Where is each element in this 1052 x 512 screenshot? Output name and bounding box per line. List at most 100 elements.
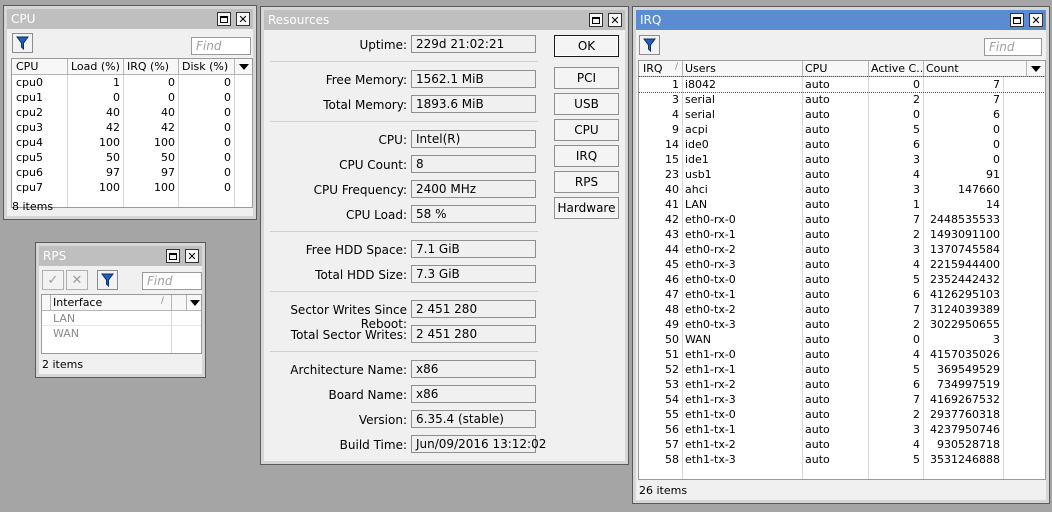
table-row[interactable]: 47 eth0-tx-1 auto 6 4126295103: [639, 287, 1045, 302]
table-row[interactable]: cpu7 100 100 0: [12, 180, 252, 195]
close-icon[interactable]: ✕: [1029, 13, 1043, 27]
irq-cpu: auto: [805, 273, 830, 286]
table-row[interactable]: 3 serial auto 2 7: [639, 92, 1045, 107]
table-row[interactable]: cpu0 1 0 0: [12, 75, 252, 90]
resources-titlebar[interactable]: Resources ✕: [264, 10, 625, 30]
table-row[interactable]: 9 acpi auto 5 0: [639, 122, 1045, 137]
rps-button[interactable]: RPS: [554, 171, 619, 193]
rps-window[interactable]: RPS ✕ ✓ ✕ Find Interface / LAN WAN 2 ite…: [35, 242, 206, 378]
column-header[interactable]: IRQ: [643, 62, 663, 75]
irq-users: eth0-tx-2: [685, 303, 736, 316]
resources-window[interactable]: Resources ✕ Uptime: 229d 21:02:21 Free M…: [260, 6, 629, 465]
table-row[interactable]: 14 ide0 auto 6 0: [639, 137, 1045, 152]
irq-active-cpu: 5: [913, 123, 920, 136]
irq-active-cpu: 4: [913, 438, 920, 451]
filter-button[interactable]: [97, 270, 118, 290]
maximize-icon[interactable]: [166, 249, 180, 263]
table-row[interactable]: 49 eth0-tx-3 auto 2 3022950655: [639, 317, 1045, 332]
ok-button[interactable]: OK: [554, 35, 619, 57]
irq-active-cpu: 3: [913, 183, 920, 196]
table-row[interactable]: 55 eth1-tx-0 auto 2 2937760318: [639, 407, 1045, 422]
table-row[interactable]: cpu2 40 40 0: [12, 105, 252, 120]
column-header[interactable]: IRQ (%): [127, 60, 169, 73]
table-row[interactable]: 42 eth0-rx-0 auto 7 2448535533: [639, 212, 1045, 227]
check-icon[interactable]: ✓: [42, 270, 64, 290]
pci-button[interactable]: PCI: [554, 67, 619, 89]
cpu-button[interactable]: CPU: [554, 119, 619, 141]
irq-button[interactable]: IRQ: [554, 145, 619, 167]
column-header[interactable]: CPU: [805, 62, 827, 75]
table-row[interactable]: 56 eth1-tx-1 auto 3 4237950746: [639, 422, 1045, 437]
table-row[interactable]: 41 LAN auto 1 14: [639, 197, 1045, 212]
table-row[interactable]: 58 eth1-tx-3 auto 5 3531246888: [639, 452, 1045, 467]
table-row[interactable]: 44 eth0-rx-2 auto 3 1370745584: [639, 242, 1045, 257]
table-row[interactable]: 1 i8042 auto 0 7: [639, 76, 1045, 93]
status-bar: 26 items: [639, 484, 688, 497]
table-row[interactable]: 52 eth1-rx-1 auto 5 369549529: [639, 362, 1045, 377]
column-header[interactable]: Interface: [53, 296, 102, 309]
maximize-icon[interactable]: [1010, 13, 1024, 27]
table-row[interactable]: 15 ide1 auto 3 0: [639, 152, 1045, 167]
table-row[interactable]: 46 eth0-tx-0 auto 5 2352442432: [639, 272, 1045, 287]
table-row[interactable]: 50 WAN auto 0 3: [639, 332, 1045, 347]
irq-titlebar[interactable]: IRQ ✕: [636, 10, 1046, 30]
find-input[interactable]: Find: [191, 37, 251, 55]
irq-cpu: auto: [805, 153, 830, 166]
table-row[interactable]: 23 usb1 auto 4 91: [639, 167, 1045, 182]
board-name-field: x86: [411, 385, 536, 403]
close-icon[interactable]: ✕: [236, 12, 250, 26]
close-icon[interactable]: ✕: [185, 249, 199, 263]
table-row[interactable]: 45 eth0-rx-3 auto 4 2215944400: [639, 257, 1045, 272]
cpu-window[interactable]: CPU ✕ Find CPU Load (%) IRQ (%) Disk (%): [3, 5, 257, 220]
table-row[interactable]: 40 ahci auto 3 147660: [639, 182, 1045, 197]
maximize-icon[interactable]: [589, 13, 603, 27]
find-input[interactable]: Find: [984, 38, 1042, 56]
rps-table: Interface / LAN WAN: [41, 294, 202, 354]
irq-users: eth0-rx-1: [685, 228, 736, 241]
column-header[interactable]: Users: [685, 62, 716, 75]
filter-button[interactable]: [639, 35, 660, 55]
irq-cpu: auto: [805, 123, 830, 136]
cross-icon[interactable]: ✕: [66, 270, 88, 290]
cpu-titlebar[interactable]: CPU ✕: [7, 9, 253, 29]
table-row[interactable]: 48 eth0-tx-2 auto 7 3124039389: [639, 302, 1045, 317]
window-title: CPU: [11, 12, 36, 26]
table-row[interactable]: 4 serial auto 0 6: [639, 107, 1045, 122]
table-row[interactable]: cpu3 42 42 0: [12, 120, 252, 135]
column-header[interactable]: Disk (%): [182, 60, 228, 73]
column-header[interactable]: Active C...: [871, 62, 923, 75]
hardware-button[interactable]: Hardware: [554, 197, 619, 219]
maximize-icon[interactable]: [217, 12, 231, 26]
column-header[interactable]: Load (%): [71, 60, 120, 73]
filter-button[interactable]: [12, 33, 33, 53]
chevron-down-icon[interactable]: [190, 300, 200, 306]
column-header[interactable]: CPU: [16, 60, 38, 73]
find-input[interactable]: Find: [142, 272, 202, 290]
irq-count: 6: [993, 108, 1000, 121]
irq-window[interactable]: IRQ ✕ Find IRQ / Users CPU Active C... C…: [632, 6, 1050, 504]
rps-titlebar[interactable]: RPS ✕: [39, 246, 202, 266]
table-header: CPU Load (%) IRQ (%) Disk (%): [12, 59, 252, 75]
close-icon[interactable]: ✕: [608, 13, 622, 27]
chevron-down-icon[interactable]: [1031, 66, 1041, 72]
table-row[interactable]: cpu1 0 0 0: [12, 90, 252, 105]
uptime-label: Uptime:: [359, 38, 407, 52]
table-row[interactable]: cpu6 97 97 0: [12, 165, 252, 180]
table-row[interactable]: 51 eth1-rx-0 auto 4 4157035026: [639, 347, 1045, 362]
irq-count: 7: [993, 78, 1000, 91]
table-row[interactable]: cpu4 100 100 0: [12, 135, 252, 150]
table-row[interactable]: LAN: [42, 311, 201, 326]
irq-users: usb1: [685, 168, 712, 181]
table-row[interactable]: 57 eth1-tx-2 auto 4 930528718: [639, 437, 1045, 452]
table-row[interactable]: 53 eth1-rx-2 auto 6 734997519: [639, 377, 1045, 392]
chevron-down-icon[interactable]: [239, 64, 249, 70]
table-row[interactable]: WAN: [42, 326, 201, 341]
column-header[interactable]: Count: [926, 62, 959, 75]
irq-cpu: auto: [805, 438, 830, 451]
table-row[interactable]: 43 eth0-rx-1 auto 2 1493091100: [639, 227, 1045, 242]
irq-users: eth0-rx-3: [685, 258, 736, 271]
table-row[interactable]: cpu5 50 50 0: [12, 150, 252, 165]
usb-button[interactable]: USB: [554, 93, 619, 115]
free-hdd-label: Free HDD Space:: [305, 243, 407, 257]
table-row[interactable]: 54 eth1-rx-3 auto 7 4169267532: [639, 392, 1045, 407]
